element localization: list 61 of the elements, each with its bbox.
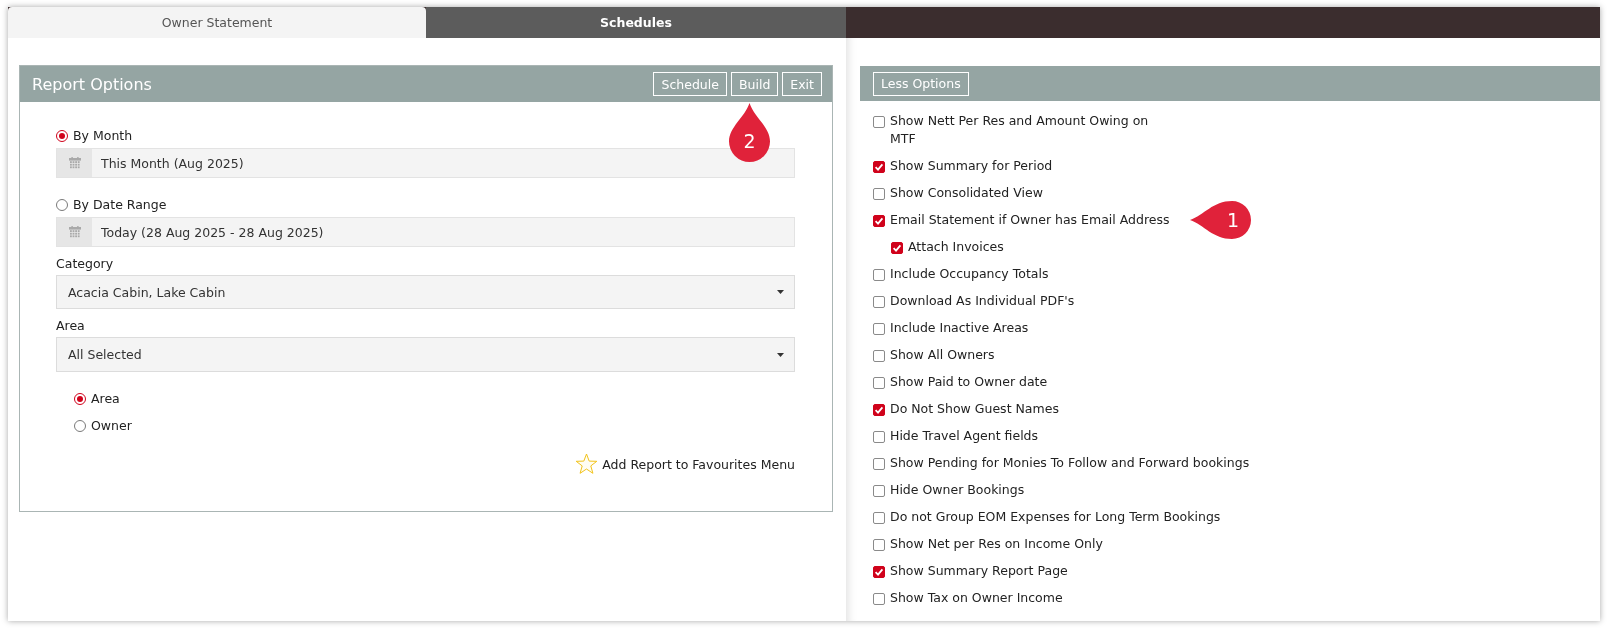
option-label: Download As Individual PDF's — [890, 291, 1075, 310]
option-label: Show Nett Per Res and Amount Owing on MTF — [890, 111, 1150, 148]
tab[interactable]: Owner Statement — [8, 7, 426, 38]
checkbox[interactable] — [873, 214, 885, 227]
checkbox[interactable] — [873, 430, 885, 443]
radio-label: By Month — [73, 127, 133, 145]
option-label: Show Pending for Monies To Follow and Forward bookings — [890, 453, 1250, 472]
radio-label: Owner — [91, 417, 132, 435]
caret-icon — [777, 352, 784, 357]
calendar-icon — [68, 226, 81, 238]
checkbox[interactable] — [873, 457, 885, 470]
checkbox[interactable] — [873, 376, 885, 389]
option-label: Do not Group EOM Expenses for Long Term Bookings — [890, 507, 1221, 526]
option-label: Show Net per Res on Income Only — [890, 534, 1103, 553]
option-label: Show All Owners — [890, 345, 995, 364]
radio-button[interactable] — [56, 130, 68, 142]
checkbox[interactable] — [873, 565, 885, 578]
radio-button[interactable] — [56, 199, 68, 211]
checkbox[interactable] — [873, 484, 885, 497]
date-field[interactable]: This Month (Aug 2025) — [56, 148, 795, 178]
checkbox[interactable] — [873, 511, 885, 524]
checkbox[interactable] — [873, 268, 885, 281]
checkbox[interactable] — [873, 160, 885, 173]
panel-title: Report Options — [32, 74, 152, 94]
checkbox[interactable] — [873, 187, 885, 200]
field-label: Category — [56, 255, 115, 273]
checkbox[interactable] — [873, 322, 885, 335]
radio-button[interactable] — [74, 393, 86, 405]
option-label: Show Summary Report Page — [890, 561, 1068, 580]
checkbox[interactable] — [873, 403, 885, 416]
checkbox[interactable] — [873, 538, 885, 551]
checkbox[interactable] — [873, 349, 885, 362]
tab[interactable]: Schedules — [426, 7, 846, 38]
option-label: Show Tax on Owner Income — [890, 588, 1063, 607]
step-marker: 2 — [729, 103, 770, 162]
caret-icon — [777, 290, 784, 294]
add-favourites-link[interactable]: Add Report to Favourites Menu — [575, 452, 795, 476]
checkbox[interactable] — [873, 592, 885, 605]
area-select[interactable]: All Selected — [56, 337, 795, 372]
option-label: Attach Invoices — [908, 237, 1004, 256]
option-label: Email Statement if Owner has Email Address — [890, 210, 1170, 229]
field-label: Area — [56, 317, 86, 335]
option-label: Include Occupancy Totals — [890, 264, 1049, 283]
checkbox[interactable] — [873, 295, 885, 308]
checkbox[interactable] — [873, 115, 885, 128]
option-label: Show Summary for Period — [890, 156, 1053, 175]
step-marker: 1 — [1190, 201, 1251, 239]
radio-label: By Date Range — [73, 196, 167, 214]
option-label: Show Paid to Owner date — [890, 372, 1048, 391]
star-icon — [575, 453, 599, 475]
radio-label: Area — [91, 390, 120, 408]
checkbox[interactable] — [891, 241, 903, 254]
option-label: Hide Owner Bookings — [890, 480, 1025, 499]
option-label: Do Not Show Guest Names — [890, 399, 1059, 418]
option-label: Include Inactive Areas — [890, 318, 1029, 337]
category-select[interactable]: Acacia Cabin, Lake Cabin — [56, 275, 795, 309]
option-label: Show Consolidated View — [890, 183, 1043, 202]
option-label: Hide Travel Agent fields — [890, 426, 1039, 445]
calendar-icon — [68, 157, 81, 169]
date-field[interactable]: Today (28 Aug 2025 - 28 Aug 2025) — [56, 217, 795, 247]
radio-button[interactable] — [74, 420, 86, 432]
